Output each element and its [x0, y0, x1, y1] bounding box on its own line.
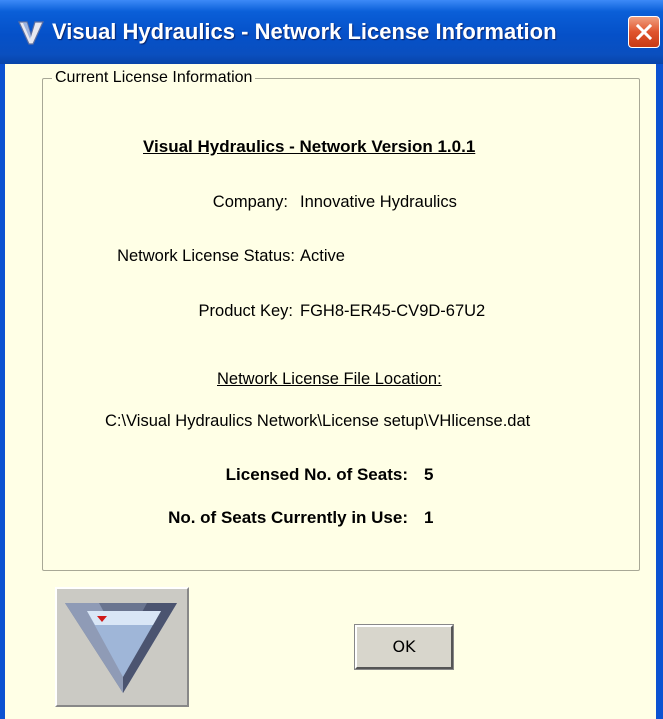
product-key-label: Product Key:	[198, 302, 293, 320]
window-border-left	[0, 64, 5, 719]
visual-hydraulics-logo-icon	[65, 603, 177, 693]
license-info-dialog: Visual Hydraulics - Network License Info…	[0, 0, 663, 719]
seats-in-use-value: 1	[424, 508, 434, 527]
license-file-location-value: C:\Visual Hydraulics Network\License set…	[105, 412, 531, 430]
licensed-seats-label: Licensed No. of Seats:	[225, 465, 408, 484]
group-title: Current License Information	[52, 69, 256, 87]
company-value: Innovative Hydraulics	[300, 193, 457, 211]
close-button[interactable]	[628, 16, 660, 48]
product-key-value: FGH8-ER45-CV9D-67U2	[300, 302, 486, 320]
window-title: Visual Hydraulics - Network License Info…	[52, 19, 557, 44]
window-border-right	[656, 64, 663, 719]
title-bar[interactable]: Visual Hydraulics - Network License Info…	[0, 0, 663, 64]
close-x-icon	[635, 23, 653, 41]
license-file-location-label: Network License File Location:	[217, 370, 442, 388]
seats-in-use-label: No. of Seats Currently in Use:	[168, 508, 408, 527]
license-status-label: Network License Status:	[117, 247, 295, 265]
company-label: Company:	[212, 193, 288, 211]
licensed-seats-value: 5	[424, 465, 434, 484]
logo-panel	[55, 587, 189, 707]
license-status-value: Active	[300, 247, 345, 265]
visual-hydraulics-v-logo-icon	[18, 21, 44, 45]
product-version-heading: Visual Hydraulics - Network Version 1.0.…	[143, 137, 476, 156]
ok-button[interactable]: OK	[354, 624, 454, 670]
